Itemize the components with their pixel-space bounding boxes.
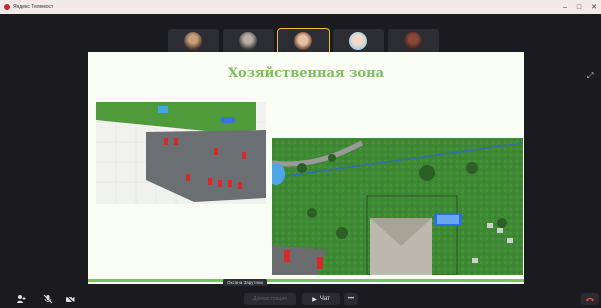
more-button[interactable]: •••	[344, 293, 358, 305]
app-logo-icon	[4, 4, 10, 10]
minimize-button[interactable]: –	[563, 4, 567, 11]
title-bar: Яндекс Телемост – □ ✕	[0, 0, 601, 14]
fullscreen-icon[interactable]: ⤢	[587, 72, 595, 80]
site-plan-image-small	[96, 102, 266, 204]
maximize-button[interactable]: □	[577, 4, 581, 11]
avatar	[404, 32, 422, 50]
chat-label: Чат	[319, 296, 330, 302]
chat-icon: ▶	[312, 296, 317, 303]
chat-button[interactable]: ▶ Чат	[302, 293, 340, 305]
microphone-off-icon[interactable]	[42, 293, 54, 305]
avatar	[239, 32, 257, 50]
close-button[interactable]: ✕	[591, 3, 597, 11]
avatar	[184, 32, 202, 50]
slide-title: Хозяйственная зона	[227, 66, 385, 81]
add-participant-icon[interactable]	[14, 293, 28, 305]
bottom-toolbar: Демонстрация ▶ Чат •••	[0, 290, 601, 308]
end-call-button[interactable]	[581, 293, 599, 305]
slide-progress-bar	[88, 279, 524, 282]
screen-share-button[interactable]: Демонстрация	[244, 293, 296, 305]
window-controls: – □ ✕	[563, 0, 597, 14]
shared-screen-slide: Хозяйственная зона	[88, 52, 524, 284]
avatar	[294, 32, 312, 50]
speaker-name-label: Оксана Зарутнюк	[223, 279, 268, 286]
end-call-icon	[586, 297, 594, 302]
avatar	[349, 32, 367, 50]
camera-off-icon[interactable]	[64, 293, 76, 305]
window-title: Яндекс Телемост	[13, 4, 54, 10]
site-plan-image-large	[272, 138, 523, 275]
